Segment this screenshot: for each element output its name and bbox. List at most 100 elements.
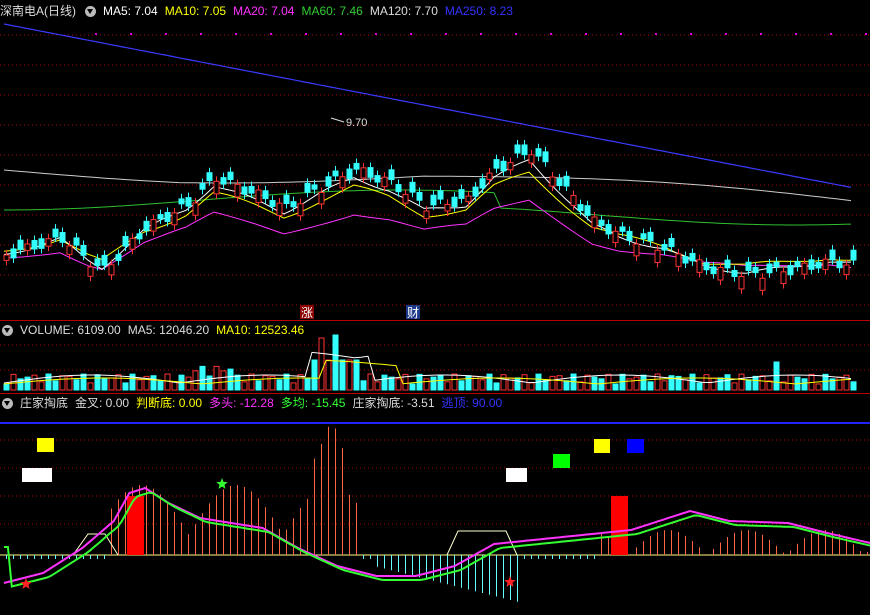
candle-body xyxy=(248,186,255,194)
volume-bar xyxy=(171,381,178,391)
volume-bar xyxy=(465,375,472,391)
indicator-panel[interactable] xyxy=(0,422,870,602)
candle-body xyxy=(766,263,773,274)
tick-mark xyxy=(410,33,412,35)
volume-bar xyxy=(255,380,262,391)
candle-body xyxy=(444,203,451,212)
histogram-bar xyxy=(293,518,294,555)
candle-body xyxy=(773,261,780,268)
volume-bar xyxy=(157,380,164,391)
histogram-bar xyxy=(580,555,581,559)
candle-body xyxy=(3,254,10,261)
candle-body xyxy=(654,249,661,263)
volume-bar xyxy=(388,376,395,391)
histogram-bar xyxy=(405,555,406,574)
candle-body xyxy=(206,172,213,182)
candle-body xyxy=(381,176,388,188)
histogram-bar xyxy=(104,555,105,559)
histogram-bar xyxy=(20,555,21,559)
histogram-bar xyxy=(811,533,812,555)
tick-mark xyxy=(795,33,797,35)
histogram-bar xyxy=(48,555,49,559)
tick-mark xyxy=(340,33,342,35)
candle-body xyxy=(556,178,563,187)
candle-body xyxy=(451,196,458,208)
histogram-bar xyxy=(90,555,91,559)
high-price-pointer xyxy=(330,117,345,123)
histogram-bar xyxy=(230,485,231,555)
candle-body xyxy=(836,260,843,269)
volume-bar xyxy=(73,379,80,391)
panel-separator xyxy=(0,320,870,321)
candle-body xyxy=(164,211,171,222)
histogram-bar xyxy=(755,531,756,555)
histogram-bar xyxy=(55,555,56,559)
volume-bar xyxy=(528,382,535,391)
histogram-bar xyxy=(335,428,336,555)
tick-mark xyxy=(445,33,447,35)
volume-bar xyxy=(199,365,206,391)
histogram-bar xyxy=(391,555,392,571)
histogram-bar xyxy=(517,555,518,602)
tick-mark xyxy=(165,33,167,35)
volume-bar xyxy=(836,376,843,391)
volume-bar xyxy=(234,374,241,391)
candle-body xyxy=(633,243,640,257)
histogram-bar xyxy=(153,488,154,555)
ma250-line xyxy=(3,23,852,188)
stock-chart[interactable]: 9.70 涨 财 xyxy=(0,0,870,615)
candle-body xyxy=(689,252,696,262)
price-panel[interactable]: 9.70 涨 财 xyxy=(3,23,857,320)
candle-body xyxy=(38,238,45,249)
candle-body xyxy=(640,233,647,240)
candle-body xyxy=(493,159,500,169)
volume-bar xyxy=(696,382,703,391)
signal-bar xyxy=(127,496,144,555)
volume-bar xyxy=(500,374,507,391)
volume-bar xyxy=(661,380,668,391)
volume-bar xyxy=(241,381,248,391)
volume-bar xyxy=(360,380,367,391)
histogram-bar xyxy=(608,536,609,555)
histogram-bar xyxy=(860,551,861,555)
histogram-bar xyxy=(174,511,175,555)
candle-body xyxy=(535,148,542,157)
volume-bar xyxy=(80,373,87,391)
histogram-bar xyxy=(272,517,273,555)
volume-panel[interactable] xyxy=(3,334,857,391)
candle-body xyxy=(332,170,339,177)
volume-bar xyxy=(94,374,101,391)
volume-bar xyxy=(290,382,297,391)
histogram-bar xyxy=(741,530,742,555)
candle-body xyxy=(283,194,290,205)
histogram-bar xyxy=(867,551,868,555)
histogram-bar xyxy=(503,555,504,599)
candle-body xyxy=(304,182,311,193)
candle-body xyxy=(787,265,794,276)
volume-bar xyxy=(276,379,283,391)
volume-bar xyxy=(598,378,605,391)
candle-body xyxy=(290,201,297,208)
histogram-bar xyxy=(734,532,735,555)
volume-bar xyxy=(689,373,696,391)
histogram-bar xyxy=(643,541,644,555)
volume-bar xyxy=(563,380,570,391)
histogram-bar xyxy=(601,532,602,555)
histogram-bar xyxy=(776,545,777,555)
candle-body xyxy=(325,176,332,187)
volume-bar xyxy=(423,378,430,391)
volume-bar xyxy=(801,378,808,391)
histogram-bar xyxy=(251,491,252,555)
histogram-bar xyxy=(146,485,147,555)
tick-mark xyxy=(690,33,692,35)
histogram-bar xyxy=(307,498,308,555)
volume-bar xyxy=(122,382,129,391)
histogram-bar xyxy=(356,502,357,555)
candle-body xyxy=(626,230,633,241)
histogram-bar xyxy=(769,539,770,555)
histogram-bar xyxy=(34,555,35,559)
histogram-bar xyxy=(825,530,826,555)
volume-bar xyxy=(682,379,689,391)
candle-body xyxy=(416,191,423,201)
panel-separator xyxy=(0,393,870,394)
